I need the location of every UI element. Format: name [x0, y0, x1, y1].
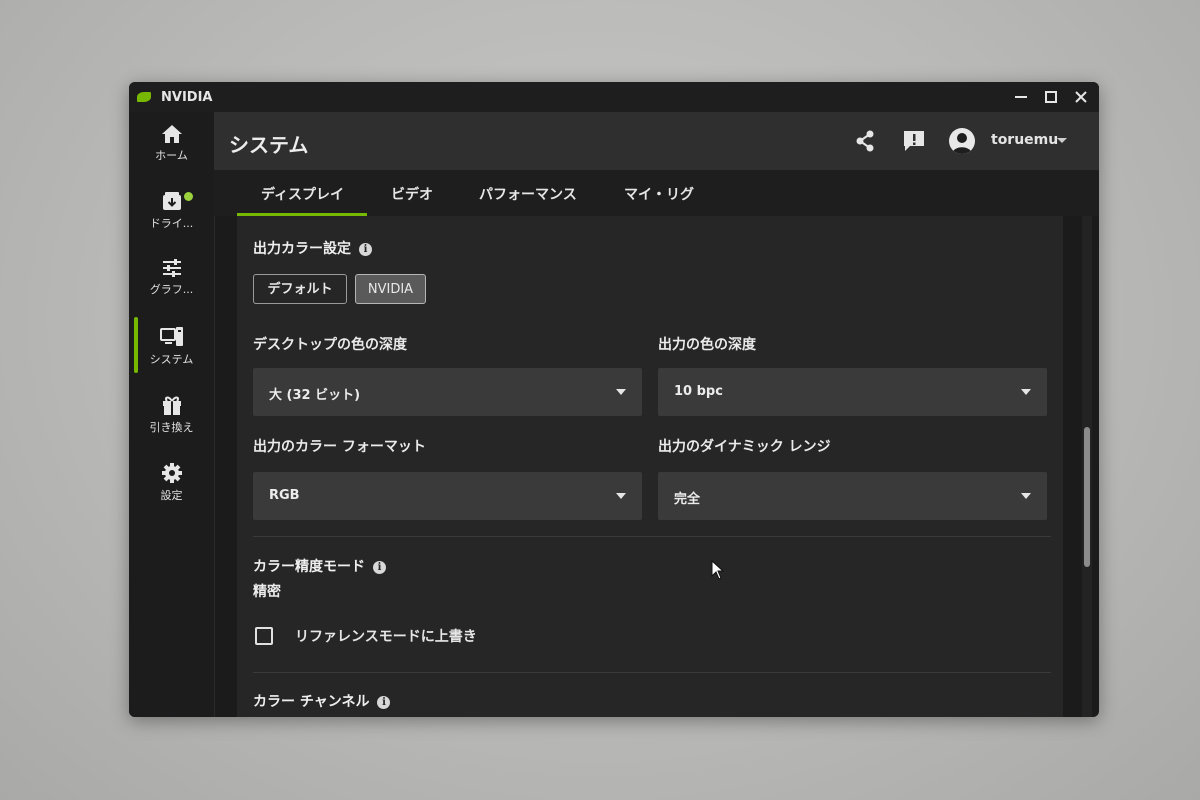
nvidia-option-button[interactable]: NVIDIA	[355, 274, 426, 304]
nvidia-app-window: NVIDIA ホーム ドライ... グラフ... システム 引き換え 設定 シス…	[129, 82, 1099, 717]
sidebar-item-label: グラフ...	[149, 283, 194, 296]
sidebar-item-drivers[interactable]: ドライ...	[129, 190, 214, 248]
mouse-cursor-icon	[711, 560, 725, 580]
sliders-icon	[162, 259, 181, 277]
dropdown-caret-icon	[1021, 493, 1031, 499]
dropdown-value: 完全	[674, 492, 701, 507]
share-icon	[856, 130, 874, 152]
desktop-color-depth-dropdown[interactable]: 大 (32 ビット)	[253, 368, 642, 416]
color-accuracy-mode-title: カラー精度モード i	[253, 556, 386, 576]
output-color-depth-label: 出力の色の深度	[658, 337, 756, 353]
sidebar-item-settings[interactable]: 設定	[129, 462, 214, 520]
page-header: システム toruemu	[214, 112, 1099, 170]
sidebar-item-label: 設定	[160, 489, 183, 502]
sidebar-item-graphics[interactable]: グラフ...	[129, 258, 214, 316]
avatar-icon	[952, 133, 972, 154]
dropdown-value: RGB	[269, 488, 300, 503]
chevron-down-icon[interactable]	[1056, 137, 1068, 145]
dropdown-caret-icon	[616, 389, 626, 395]
maximize-icon	[1045, 91, 1057, 103]
home-icon	[161, 125, 182, 143]
sidebar-item-label: ドライ...	[149, 217, 194, 230]
system-icon	[159, 327, 183, 346]
dropdown-caret-icon	[1021, 389, 1031, 395]
divider	[253, 536, 1051, 537]
color-accuracy-mode-value: 精密	[253, 584, 281, 600]
tab-bar: ディスプレイ ビデオ パフォーマンス マイ・リグ	[214, 170, 1099, 216]
output-color-settings-title: 出力カラー設定 i	[253, 238, 372, 258]
share-button[interactable]	[852, 128, 878, 154]
driver-download-icon	[162, 192, 181, 210]
app-title: NVIDIA	[161, 90, 213, 105]
display-settings-panel: 出力カラー設定 i デフォルト NVIDIA デスクトップの色の深度 出力の色の深…	[237, 216, 1063, 717]
info-icon[interactable]: i	[359, 242, 372, 256]
gear-icon	[161, 463, 182, 483]
override-reference-mode-checkbox[interactable]	[255, 627, 273, 645]
sidebar-item-label: ホーム	[155, 149, 188, 162]
tab-video[interactable]: ビデオ	[391, 184, 433, 204]
output-dynamic-range-dropdown[interactable]: 完全	[658, 472, 1047, 520]
info-icon[interactable]: i	[373, 560, 386, 574]
section-title-text: 出力カラー設定	[253, 241, 351, 257]
dropdown-value: 大 (32 ビット)	[269, 388, 361, 403]
output-color-depth-dropdown[interactable]: 10 bpc	[658, 368, 1047, 416]
override-reference-mode-label[interactable]: リファレンスモードに上書き	[295, 626, 477, 646]
maximize-button[interactable]	[1039, 86, 1063, 108]
info-icon[interactable]: i	[377, 695, 391, 709]
sidebar-item-system[interactable]: システム	[129, 326, 214, 384]
default-option-button[interactable]: デフォルト	[253, 274, 347, 304]
close-icon	[1075, 91, 1087, 103]
dropdown-value: 10 bpc	[674, 384, 723, 399]
section-title-text: カラー精度モード	[253, 559, 365, 575]
sidebar-item-label: 引き換え	[149, 421, 194, 434]
nvidia-logo-icon	[137, 92, 151, 102]
output-dynamic-range-label: 出力のダイナミック レンジ	[658, 439, 831, 455]
tab-my-rig[interactable]: マイ・リグ	[624, 184, 694, 204]
feedback-button[interactable]	[901, 128, 927, 154]
avatar[interactable]	[949, 128, 975, 154]
minimize-icon	[1015, 96, 1027, 98]
gift-icon	[162, 396, 181, 415]
section-title-text: カラー チャンネル	[253, 694, 370, 710]
close-button[interactable]	[1069, 86, 1093, 108]
sidebar-item-redeem[interactable]: 引き換え	[129, 394, 214, 452]
page-title: システム	[229, 133, 309, 157]
minimize-button[interactable]	[1009, 86, 1033, 108]
output-color-format-label: 出力のカラー フォーマット	[253, 439, 426, 455]
sidebar: ホーム ドライ... グラフ... システム 引き換え 設定	[129, 112, 215, 717]
feedback-icon	[904, 131, 924, 151]
username[interactable]: toruemu	[991, 132, 1058, 148]
notification-dot	[184, 192, 193, 201]
dropdown-caret-icon	[616, 493, 626, 499]
scrollbar-thumb[interactable]	[1084, 427, 1090, 567]
sidebar-item-label: システム	[149, 353, 194, 366]
tab-display[interactable]: ディスプレイ	[261, 184, 344, 204]
tab-performance[interactable]: パフォーマンス	[479, 184, 577, 204]
divider	[253, 672, 1051, 673]
title-bar: NVIDIA	[129, 82, 1099, 112]
color-channel-title: カラー チャンネル i	[253, 691, 391, 711]
output-color-format-dropdown[interactable]: RGB	[253, 472, 642, 520]
sidebar-item-home[interactable]: ホーム	[129, 124, 214, 182]
desktop-color-depth-label: デスクトップの色の深度	[253, 337, 407, 353]
